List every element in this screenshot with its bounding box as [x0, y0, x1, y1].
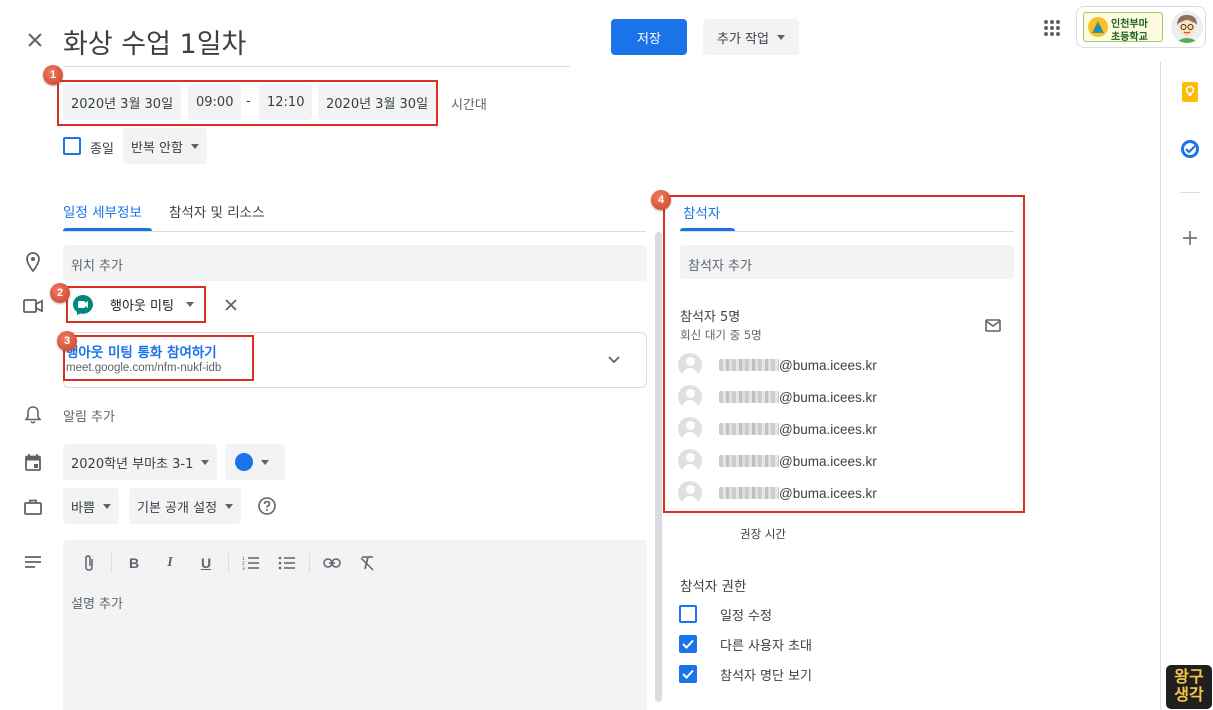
- help-icon[interactable]: [256, 495, 278, 517]
- event-color-dropdown[interactable]: [225, 444, 285, 480]
- tab-guests-resources[interactable]: 참석자 및 리소스: [169, 201, 265, 221]
- form-scrollbar[interactable]: [655, 232, 662, 702]
- tasks-icon[interactable]: [1179, 138, 1201, 160]
- guest-permissions-title: 참석자 권한: [680, 579, 747, 595]
- attachment-icon[interactable]: [79, 553, 99, 573]
- toolbar-separator: [309, 553, 310, 573]
- chevron-down-icon: [225, 503, 234, 509]
- chevron-down-icon: [261, 459, 269, 465]
- apps-grid-icon[interactable]: [1040, 16, 1064, 40]
- bulleted-list-icon[interactable]: [277, 553, 297, 573]
- more-actions-label: 추가 작업: [717, 31, 769, 47]
- permission-invite-label: 다른 사용자 초대: [720, 639, 812, 654]
- clear-formatting-icon[interactable]: [357, 553, 377, 573]
- timezone-link[interactable]: 시간대: [451, 94, 487, 113]
- more-actions-button[interactable]: 추가 작업: [703, 19, 799, 55]
- annotation-box-guests: [663, 195, 1025, 513]
- color-swatch: [235, 453, 253, 471]
- svg-text:3: 3: [242, 566, 245, 570]
- permission-see-list-checkbox[interactable]: [679, 665, 697, 683]
- avatar[interactable]: [1171, 11, 1203, 43]
- underline-icon[interactable]: U: [196, 553, 216, 573]
- annotation-box-datetime: [57, 80, 438, 126]
- description-placeholder: 설명 추가: [71, 597, 123, 612]
- calendar-dropdown[interactable]: 2020학년 부마초 3-1: [63, 444, 218, 480]
- school-logo: 인천부마 초등학교: [1083, 12, 1163, 43]
- watermark: 왕구 생각: [1166, 665, 1212, 709]
- side-panel-divider: [1160, 62, 1161, 710]
- repeat-value: 반복 안함: [131, 140, 183, 156]
- watermark-line1: 왕구: [1174, 667, 1204, 686]
- tab-event-details[interactable]: 일정 세부정보: [63, 201, 142, 221]
- account-switcher[interactable]: 인천부마 초등학교: [1076, 6, 1206, 48]
- link-icon[interactable]: [322, 553, 342, 573]
- description-icon: [23, 552, 43, 572]
- numbered-list-icon[interactable]: 123: [241, 553, 261, 573]
- suggested-times-button[interactable]: 권장 시간: [740, 526, 786, 542]
- briefcase-icon: [23, 497, 43, 517]
- availability-value: 바쁨: [71, 500, 95, 516]
- all-day-label: 종일: [90, 142, 114, 157]
- permission-invite-checkbox[interactable]: [679, 635, 697, 653]
- chevron-down-icon: [201, 459, 210, 465]
- bold-icon[interactable]: B: [124, 553, 144, 573]
- save-button-label: 저장: [637, 31, 661, 47]
- chevron-down-icon: [102, 503, 111, 509]
- description-editor[interactable]: [63, 540, 647, 710]
- annotation-box-meet: [66, 286, 206, 323]
- watermark-line2: 생각: [1174, 685, 1204, 704]
- repeat-dropdown[interactable]: 반복 안함: [123, 128, 207, 164]
- visibility-value: 기본 공개 설정: [137, 500, 218, 516]
- save-button[interactable]: 저장: [611, 19, 687, 55]
- all-day-checkbox[interactable]: [63, 137, 81, 155]
- chevron-down-icon: [776, 34, 785, 40]
- annotation-badge-4: 4: [651, 190, 671, 210]
- bell-icon: [23, 405, 43, 425]
- chevron-down-icon: [190, 143, 199, 149]
- annotation-badge-3: 3: [57, 331, 77, 351]
- side-panel-separator: [1180, 192, 1200, 193]
- location-pin-icon: [23, 252, 43, 272]
- permission-modify-checkbox[interactable]: [679, 605, 697, 623]
- add-addon-icon[interactable]: [1180, 228, 1200, 248]
- toolbar-separator: [228, 553, 229, 573]
- permission-see-list-label: 참석자 명단 보기: [720, 669, 812, 684]
- title-underline: [63, 66, 570, 67]
- toolbar-separator: [111, 553, 112, 573]
- calendar-value: 2020학년 부마초 3-1: [71, 456, 194, 472]
- visibility-dropdown[interactable]: 기본 공개 설정: [129, 488, 242, 524]
- add-notification-link[interactable]: 알림 추가: [63, 406, 115, 425]
- italic-icon[interactable]: I: [160, 553, 180, 573]
- annotation-badge-2: 2: [50, 283, 70, 303]
- event-title-input[interactable]: 화상 수업 1일차: [63, 22, 246, 61]
- permission-modify-label: 일정 수정: [720, 609, 772, 624]
- video-camera-icon: [23, 296, 43, 316]
- annotation-box-join: [63, 335, 254, 381]
- close-icon[interactable]: [24, 29, 46, 51]
- expand-icon[interactable]: [604, 350, 624, 370]
- calendar-icon: [23, 452, 43, 472]
- school-name-line2: 초등학교: [1111, 32, 1148, 43]
- tabs-underline: [63, 231, 646, 232]
- remove-meet-icon[interactable]: [221, 295, 241, 315]
- location-input[interactable]: 위치 추가: [63, 245, 647, 281]
- location-placeholder: 위치 추가: [71, 259, 123, 274]
- availability-dropdown[interactable]: 바쁨: [63, 488, 119, 524]
- annotation-badge-1: 1: [43, 65, 63, 85]
- keep-icon[interactable]: [1180, 82, 1200, 102]
